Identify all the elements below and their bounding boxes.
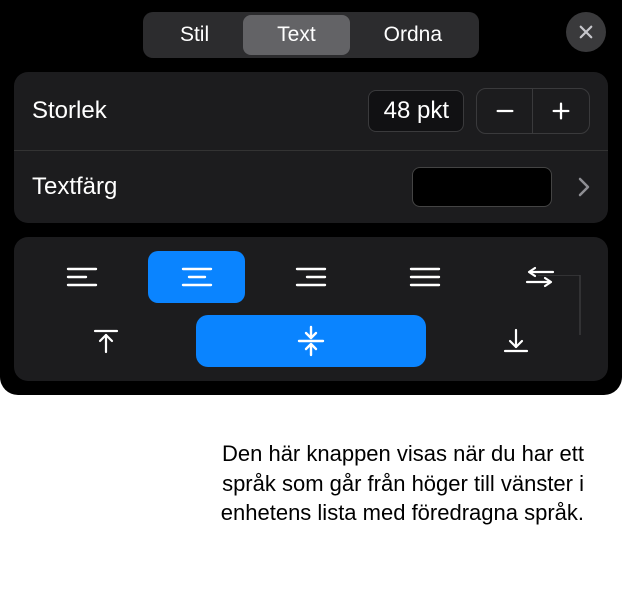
tab-text[interactable]: Text [243,15,350,55]
valign-bottom-icon [501,326,531,356]
align-justify-button[interactable] [377,251,473,303]
close-icon [577,23,595,41]
valign-top-icon [91,326,121,356]
close-button[interactable] [566,12,606,52]
size-increase-button[interactable] [533,89,589,133]
valign-top-button[interactable] [34,315,178,367]
align-left-icon [66,265,98,289]
segmented-control: Stil Text Ordna [143,12,479,58]
align-right-button[interactable] [263,251,359,303]
alignment-group [14,237,608,381]
text-color-row[interactable]: Textfärg [14,151,608,223]
tab-style[interactable]: Stil [146,15,243,55]
align-left-button[interactable] [34,251,130,303]
size-value-field[interactable]: 48 pkt [368,90,464,132]
callout-text: Den här knappen visas när du har ett spr… [204,439,584,528]
align-center-button[interactable] [148,251,244,303]
align-center-icon [181,265,213,289]
valign-middle-button[interactable] [196,315,426,367]
chevron-right-icon [562,177,590,197]
align-justify-icon [409,265,441,289]
horizontal-alignment-row [24,247,598,307]
top-bar: Stil Text Ordna [0,0,622,72]
size-row: Storlek 48 pkt [14,72,608,151]
size-decrease-button[interactable] [477,89,533,133]
callout-area: Den här knappen visas när du har ett spr… [0,395,622,595]
align-right-icon [295,265,327,289]
text-color-swatch[interactable] [412,167,552,207]
valign-middle-icon [294,324,328,358]
text-color-label: Textfärg [32,173,412,201]
size-stepper [476,88,590,134]
tab-arrange[interactable]: Ordna [350,15,476,55]
text-format-panel: Stil Text Ordna Storlek 48 pkt Textfär [0,0,622,395]
callout-leader-line [538,275,582,335]
text-properties-group: Storlek 48 pkt Textfärg [14,72,608,223]
size-label: Storlek [32,97,368,125]
vertical-alignment-row [24,307,598,371]
